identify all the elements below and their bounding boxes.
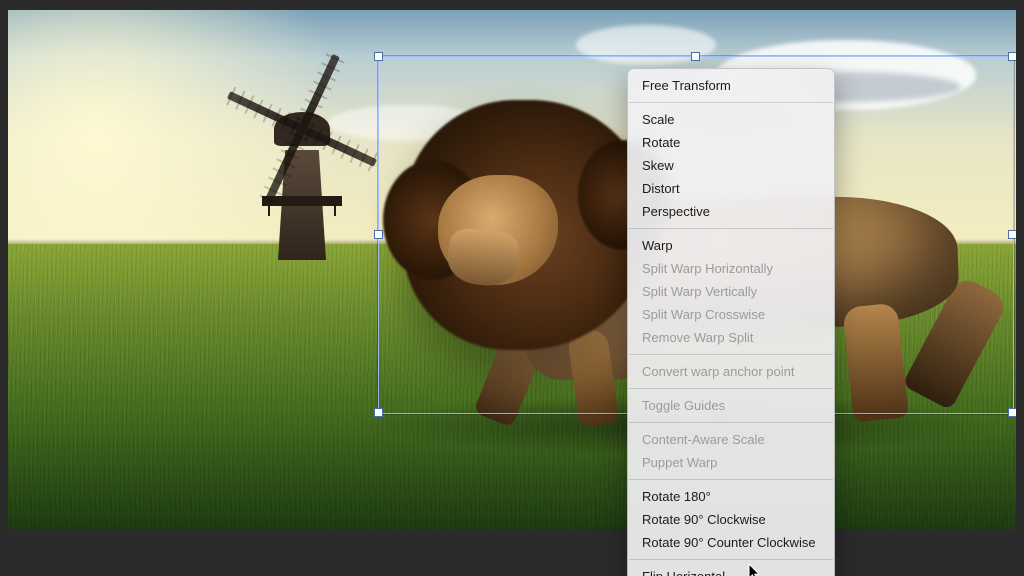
menu-item-distort[interactable]: Distort bbox=[628, 177, 834, 200]
menu-item-remove-warp-split: Remove Warp Split bbox=[628, 326, 834, 349]
app-bottom-chrome bbox=[0, 530, 1024, 576]
menu-item-split-warp-crosswise: Split Warp Crosswise bbox=[628, 303, 834, 326]
menu-separator bbox=[629, 422, 833, 423]
menu-item-convert-warp-anchor-point: Convert warp anchor point bbox=[628, 360, 834, 383]
menu-item-toggle-guides: Toggle Guides bbox=[628, 394, 834, 417]
menu-item-rotate-90-clockwise[interactable]: Rotate 90° Clockwise bbox=[628, 508, 834, 531]
lion-leg bbox=[842, 302, 909, 422]
transform-context-menu[interactable]: Free Transform ScaleRotateSkewDistortPer… bbox=[627, 68, 835, 576]
windmill bbox=[228, 70, 368, 260]
menu-separator bbox=[629, 354, 833, 355]
menu-item-scale[interactable]: Scale bbox=[628, 108, 834, 131]
menu-item-flip-horizontal[interactable]: Flip Horizontal bbox=[628, 565, 834, 576]
menu-item-puppet-warp: Puppet Warp bbox=[628, 451, 834, 474]
menu-item-skew[interactable]: Skew bbox=[628, 154, 834, 177]
menu-item-split-warp-vertically: Split Warp Vertically bbox=[628, 280, 834, 303]
menu-item-content-aware-scale: Content-Aware Scale bbox=[628, 428, 834, 451]
app-viewport: Free Transform ScaleRotateSkewDistortPer… bbox=[0, 0, 1024, 576]
menu-item-split-warp-horizontally: Split Warp Horizontally bbox=[628, 257, 834, 280]
cloud bbox=[576, 25, 716, 65]
menu-separator bbox=[629, 388, 833, 389]
menu-item-rotate-180[interactable]: Rotate 180° bbox=[628, 485, 834, 508]
document-canvas[interactable] bbox=[8, 10, 1016, 530]
menu-separator bbox=[629, 102, 833, 103]
menu-item-warp[interactable]: Warp bbox=[628, 234, 834, 257]
menu-separator bbox=[629, 228, 833, 229]
menu-item-rotate[interactable]: Rotate bbox=[628, 131, 834, 154]
menu-item-perspective[interactable]: Perspective bbox=[628, 200, 834, 223]
menu-item-rotate-90-counter-clockwise[interactable]: Rotate 90° Counter Clockwise bbox=[628, 531, 834, 554]
menu-separator bbox=[629, 479, 833, 480]
context-menu-title: Free Transform bbox=[628, 74, 834, 97]
menu-separator bbox=[629, 559, 833, 560]
